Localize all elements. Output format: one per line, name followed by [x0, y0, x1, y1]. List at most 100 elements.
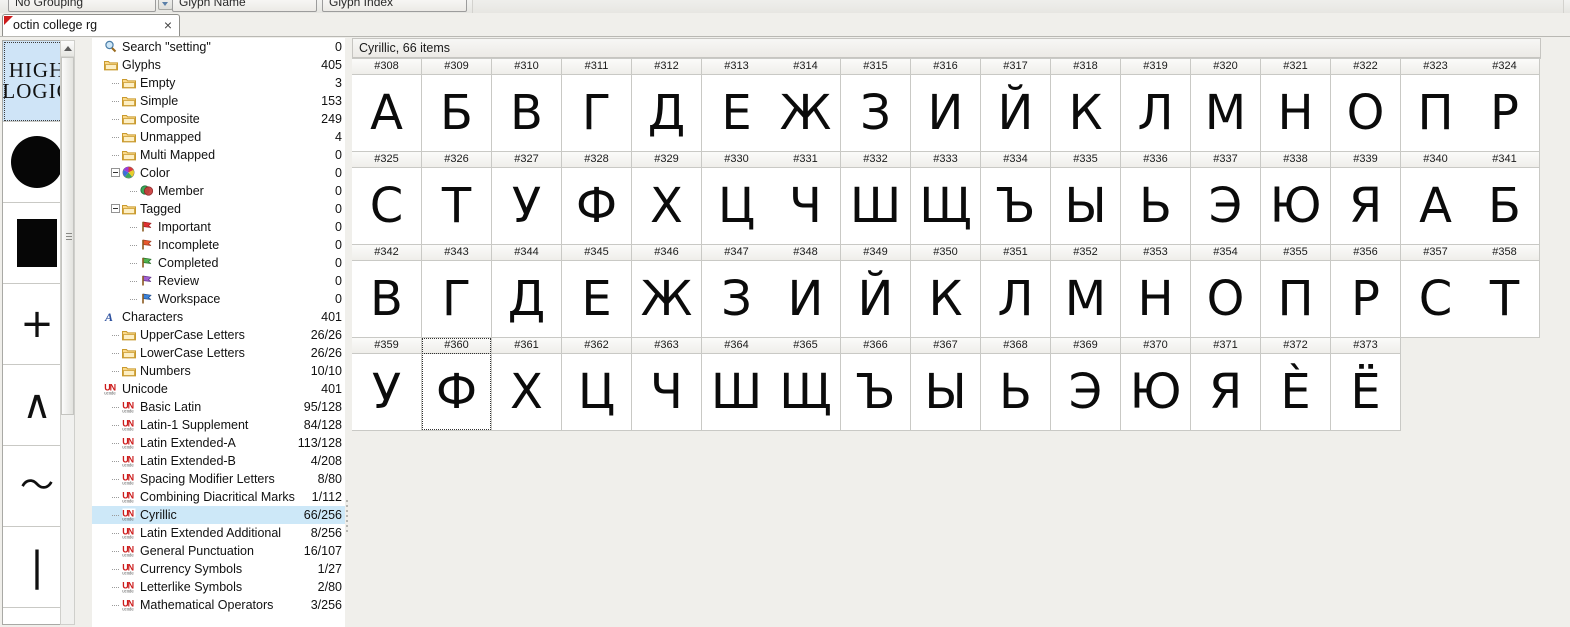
- tree-item-tagged[interactable]: Tagged 0: [92, 200, 345, 218]
- glyph-cell[interactable]: #348 И: [771, 245, 841, 338]
- tree-item-latin-extended-b[interactable]: U Nucode Latin Extended-B 4/208: [92, 452, 345, 470]
- tree-item-uppercase-letters[interactable]: UpperCase Letters 26/26: [92, 326, 345, 344]
- tree-expander-icon[interactable]: [111, 204, 120, 213]
- tree-item-lowercase-letters[interactable]: LowerCase Letters 26/26: [92, 344, 345, 362]
- glyph-cell[interactable]: #355 П: [1261, 245, 1331, 338]
- tree-item-unicode[interactable]: U Nucode Unicode 401: [92, 380, 345, 398]
- tree-item-workspace[interactable]: Workspace 0: [92, 290, 345, 308]
- tree-item-important[interactable]: Important 0: [92, 218, 345, 236]
- tree-item-general-punctuation[interactable]: U Nucode General Punctuation 16/107: [92, 542, 345, 560]
- tree-item-glyphs[interactable]: Glyphs 405: [92, 56, 345, 74]
- tree-item-review[interactable]: Review 0: [92, 272, 345, 290]
- glyph-cell[interactable]: #321 Н: [1261, 59, 1331, 152]
- glyph-cell[interactable]: #351 Л: [981, 245, 1051, 338]
- glyph-cell[interactable]: #339 Я: [1331, 152, 1401, 245]
- glyph-index-column-header[interactable]: Glyph Index: [322, 0, 467, 12]
- glyph-cell[interactable]: #323 П: [1401, 59, 1471, 152]
- glyph-cell[interactable]: #328 Ф: [562, 152, 632, 245]
- glyph-cell[interactable]: #327 У: [492, 152, 562, 245]
- glyph-cell[interactable]: #346 Ж: [632, 245, 702, 338]
- grouping-dropdown-arrow-icon[interactable]: [158, 0, 173, 10]
- glyph-preview-scrollbar[interactable]: [60, 40, 75, 625]
- glyph-cell[interactable]: #368 Ь: [981, 338, 1051, 431]
- glyph-name-column-header[interactable]: Glyph Name: [172, 0, 317, 12]
- glyph-cell[interactable]: #334 Ъ: [981, 152, 1051, 245]
- glyph-cell[interactable]: #366 Ъ: [841, 338, 911, 431]
- tree-item-latin-1-supplement[interactable]: U Nucode Latin-1 Supplement 84/128: [92, 416, 345, 434]
- glyph-cell[interactable]: #347 З: [702, 245, 772, 338]
- tree-item-multi-mapped[interactable]: Multi Mapped 0: [92, 146, 345, 164]
- glyph-cell[interactable]: #341 Б: [1470, 152, 1540, 245]
- tree-item-completed[interactable]: Completed 0: [92, 254, 345, 272]
- tree-item-latin-extended-a[interactable]: U Nucode Latin Extended-A 113/128: [92, 434, 345, 452]
- glyph-cell[interactable]: #309 Б: [422, 59, 492, 152]
- glyph-cell[interactable]: #314 Ж: [771, 59, 841, 152]
- glyph-cell[interactable]: #336 Ь: [1121, 152, 1191, 245]
- tree-item-empty[interactable]: Empty 3: [92, 74, 345, 92]
- glyph-cell[interactable]: #338 Ю: [1261, 152, 1331, 245]
- glyph-cell[interactable]: #337 Э: [1191, 152, 1261, 245]
- tree-item-unmapped[interactable]: Unmapped 4: [92, 128, 345, 146]
- glyph-cell[interactable]: #343 Г: [422, 245, 492, 338]
- glyph-cell[interactable]: #322 О: [1331, 59, 1401, 152]
- glyph-cell[interactable]: #320 М: [1191, 59, 1261, 152]
- glyph-cell[interactable]: #373 Ë: [1331, 338, 1401, 431]
- glyph-cell[interactable]: #330 Ц: [702, 152, 772, 245]
- glyph-cell[interactable]: #371 Я: [1191, 338, 1261, 431]
- tree-item-characters[interactable]: A Characters 401: [92, 308, 345, 326]
- glyph-cell[interactable]: #367 Ы: [911, 338, 981, 431]
- glyph-cell[interactable]: #313 Е: [702, 59, 772, 152]
- glyph-cell[interactable]: #310 В: [492, 59, 562, 152]
- glyph-cell[interactable]: #332 Ш: [841, 152, 911, 245]
- glyph-cell[interactable]: #329 Х: [632, 152, 702, 245]
- glyph-cell[interactable]: #370 Ю: [1121, 338, 1191, 431]
- scroll-up-icon[interactable]: [61, 41, 74, 57]
- glyph-cell[interactable]: #353 Н: [1121, 245, 1191, 338]
- tree-item-basic-latin[interactable]: U Nucode Basic Latin 95/128: [92, 398, 345, 416]
- glyph-cell[interactable]: #315 З: [841, 59, 911, 152]
- glyph-cell[interactable]: #365 Щ: [771, 338, 841, 431]
- glyph-cell[interactable]: #340 А: [1401, 152, 1471, 245]
- tree-item-latin-extended-additional[interactable]: U Nucode Latin Extended Additional 8/256: [92, 524, 345, 542]
- glyph-cell[interactable]: #342 В: [352, 245, 422, 338]
- category-tree[interactable]: Search "setting" 0 Glyphs 405 Empty 3 Simple 15…: [92, 38, 345, 627]
- glyph-cell[interactable]: #359 У: [352, 338, 422, 431]
- glyph-cell[interactable]: #345 Е: [562, 245, 632, 338]
- glyph-cell[interactable]: #318 К: [1051, 59, 1121, 152]
- tree-item-combining-diacritical-marks[interactable]: U Nucode Combining Diacritical Marks 1/112: [92, 488, 345, 506]
- glyph-cell[interactable]: #331 Ч: [771, 152, 841, 245]
- document-tab[interactable]: octin college rg ×: [2, 14, 180, 36]
- glyph-cell[interactable]: #361 Х: [492, 338, 562, 431]
- tree-scrollbar[interactable]: [345, 500, 349, 532]
- glyph-cell[interactable]: #316 И: [911, 59, 981, 152]
- tree-item-numbers[interactable]: Numbers 10/10: [92, 362, 345, 380]
- glyph-cell[interactable]: #369 Э: [1051, 338, 1121, 431]
- tree-item-composite[interactable]: Composite 249: [92, 110, 345, 128]
- tree-item-member[interactable]: Member 0: [92, 182, 345, 200]
- tree-item-letterlike-symbols[interactable]: U Nucode Letterlike Symbols 2/80: [92, 578, 345, 596]
- tree-item-spacing-modifier-letters[interactable]: U Nucode Spacing Modifier Letters 8/80: [92, 470, 345, 488]
- glyph-cell[interactable]: #363 Ч: [632, 338, 702, 431]
- tree-item-simple[interactable]: Simple 153: [92, 92, 345, 110]
- glyph-cell[interactable]: #312 Д: [632, 59, 702, 152]
- tree-item-cyrillic[interactable]: U Nucode Cyrillic 66/256: [92, 506, 345, 524]
- glyph-cell[interactable]: #335 Ы: [1051, 152, 1121, 245]
- tree-expander-icon[interactable]: [111, 168, 120, 177]
- glyph-cell[interactable]: #326 Т: [422, 152, 492, 245]
- glyph-cell[interactable]: #324 Р: [1470, 59, 1540, 152]
- tree-item-search-setting[interactable]: Search "setting" 0: [92, 38, 345, 56]
- glyph-cell[interactable]: #356 Р: [1331, 245, 1401, 338]
- glyph-cell[interactable]: #357 С: [1401, 245, 1471, 338]
- glyph-cell[interactable]: #317 Й: [981, 59, 1051, 152]
- glyph-cell[interactable]: #333 Щ: [911, 152, 981, 245]
- tree-item-currency-symbols[interactable]: U Nucode Currency Symbols 1/27: [92, 560, 345, 578]
- glyph-cell[interactable]: #311 Г: [562, 59, 632, 152]
- tree-item-color[interactable]: Color 0: [92, 164, 345, 182]
- glyph-cell[interactable]: #325 С: [352, 152, 422, 245]
- glyph-cell[interactable]: #352 М: [1051, 245, 1121, 338]
- grouping-select[interactable]: No Grouping: [8, 0, 156, 12]
- scrollbar-thumb[interactable]: [61, 57, 74, 415]
- glyph-cell[interactable]: #364 Ш: [702, 338, 772, 431]
- glyph-cell[interactable]: #354 О: [1191, 245, 1261, 338]
- tree-item-mathematical-operators[interactable]: U Nucode Mathematical Operators 3/256: [92, 596, 345, 614]
